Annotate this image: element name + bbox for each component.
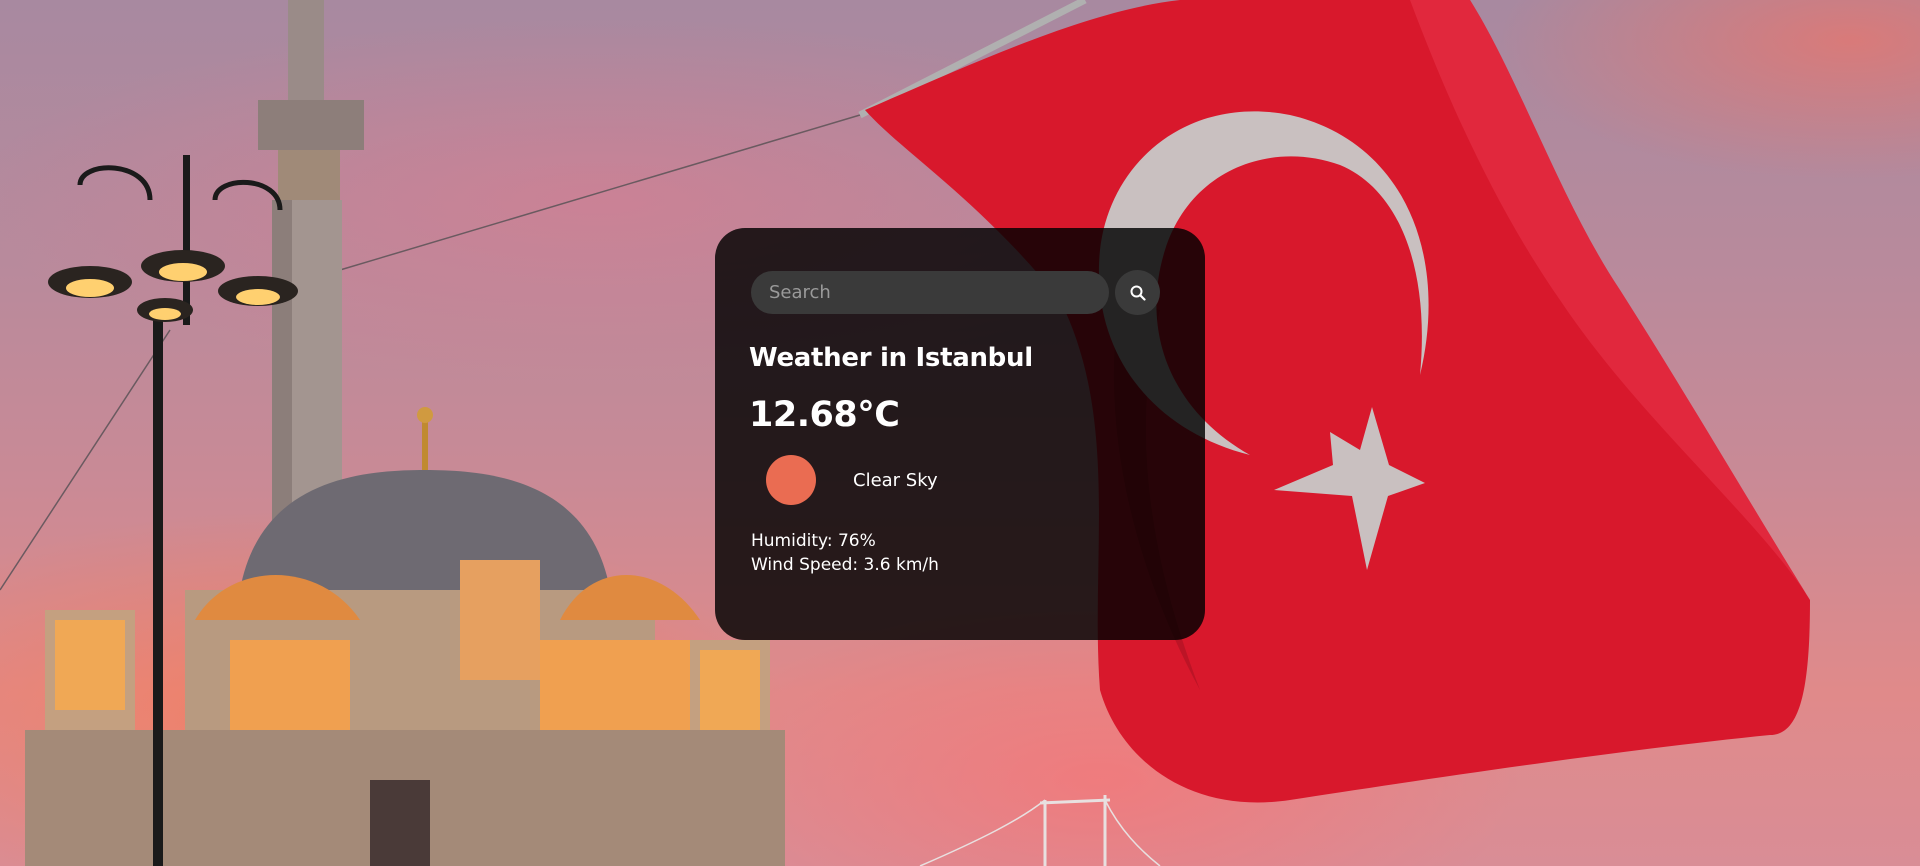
humidity-text: Humidity: 76% — [751, 531, 876, 551]
search-input[interactable] — [751, 271, 1109, 314]
wind-speed-text: Wind Speed: 3.6 km/h — [751, 555, 939, 575]
search-icon — [1130, 285, 1146, 301]
clear-sky-icon — [766, 455, 816, 505]
city-title: Weather in Istanbul — [749, 343, 1033, 373]
weather-card: Weather in Istanbul 12.68°C Clear Sky Hu… — [715, 228, 1205, 640]
mosque — [25, 407, 785, 866]
weather-details: Humidity: 76% Wind Speed: 3.6 km/h — [751, 529, 1169, 577]
temperature: 12.68°C — [749, 395, 900, 435]
search-button[interactable] — [1115, 270, 1160, 315]
condition-label: Clear Sky — [853, 469, 938, 491]
weather-condition: Clear Sky — [766, 455, 1169, 505]
bridge — [919, 795, 1161, 866]
search-bar — [751, 270, 1169, 315]
